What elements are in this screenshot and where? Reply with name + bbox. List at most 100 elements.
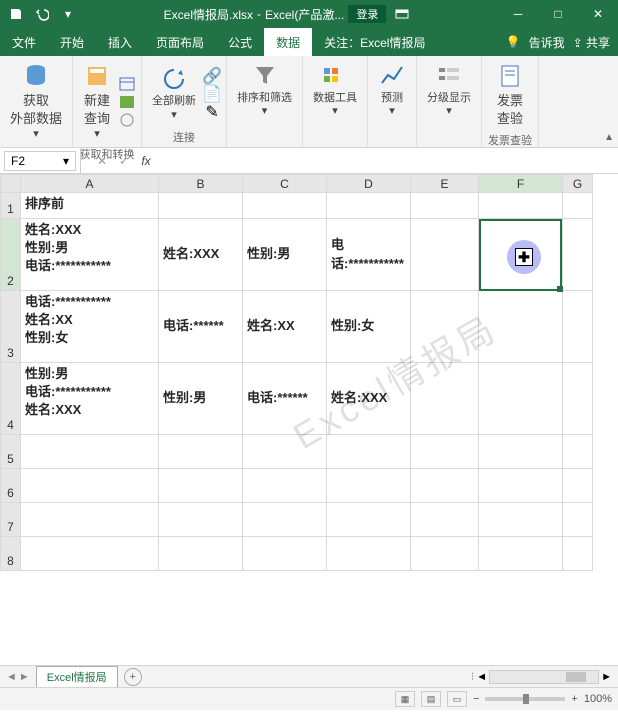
col-header-D[interactable]: D — [327, 175, 411, 193]
zoom-slider[interactable] — [485, 697, 565, 701]
sheet-nav-prev-icon[interactable]: ◄ — [6, 671, 17, 683]
forecast-icon — [378, 62, 406, 90]
group-connections: 全部刷新▾ 🔗 📄 ✎ 连接 — [142, 56, 227, 147]
view-pagelayout-icon[interactable]: ▤ — [421, 691, 441, 707]
cell-D4[interactable]: 姓名:XXX — [327, 363, 411, 435]
collapse-ribbon-icon[interactable]: ▲ — [604, 132, 614, 143]
cell-C3[interactable]: 姓名:XX — [243, 291, 327, 363]
title-area: Excel情报局.xlsx - Excel(产品激... 登录 — [80, 2, 498, 26]
group-data-tools: 数据工具▾ — [303, 56, 368, 147]
col-header-G[interactable]: G — [563, 175, 593, 193]
cell-B3[interactable]: 电话:****** — [159, 291, 243, 363]
row-header-1[interactable]: 1 — [1, 193, 21, 219]
cell-B2[interactable]: 姓名:XXX — [159, 219, 243, 291]
maximize-button[interactable]: □ — [538, 0, 578, 28]
database-icon — [22, 62, 50, 90]
cell-B1[interactable] — [159, 193, 243, 219]
cell-A2[interactable]: 姓名:XXX 性别:男 电话:*********** — [21, 219, 159, 291]
sheet-nav-next-icon[interactable]: ► — [19, 671, 30, 683]
tellme-label[interactable]: 告诉我 — [529, 34, 565, 51]
row-header-7[interactable]: 7 — [1, 503, 21, 537]
row-header-3[interactable]: 3 — [1, 291, 21, 363]
login-badge[interactable]: 登录 — [348, 5, 386, 23]
row-header-4[interactable]: 4 — [1, 363, 21, 435]
group-forecast: 预测▾ — [368, 56, 417, 147]
worksheet-grid[interactable]: A B C D E F G 1 排序前 2 姓名:XXX 性别:男 电话:***… — [0, 174, 618, 666]
connections-icon[interactable]: 🔗 — [204, 68, 220, 84]
col-header-E[interactable]: E — [411, 175, 479, 193]
horizontal-scrollbar[interactable] — [489, 670, 599, 684]
zoom-in-button[interactable]: + — [571, 693, 577, 705]
show-queries-icon[interactable] — [119, 76, 135, 92]
tab-home[interactable]: 开始 — [48, 28, 96, 56]
col-header-F[interactable]: F — [479, 175, 563, 193]
group-outline: 分级显示▾ — [417, 56, 482, 147]
select-all-corner[interactable] — [1, 175, 21, 193]
properties-icon[interactable]: 📄 — [204, 86, 220, 102]
data-tools-icon — [321, 62, 349, 90]
sort-filter-button[interactable]: 排序和筛选▾ — [233, 60, 296, 120]
invoice-check-button[interactable]: 发票 查验 — [492, 60, 528, 130]
from-table-icon[interactable] — [119, 94, 135, 110]
sheet-tab-bar: ◄ ► Excel情报局 + ⁝ ◄ ► — [0, 666, 618, 688]
cell-B4[interactable]: 性别:男 — [159, 363, 243, 435]
qat-dropdown-icon[interactable]: ▾ — [56, 2, 80, 26]
undo-icon[interactable] — [30, 2, 54, 26]
filename-label: Excel情报局.xlsx — [164, 6, 253, 23]
enter-formula-icon[interactable]: ✓ — [114, 154, 134, 168]
group-label-invoice: 发票查验 — [488, 130, 532, 150]
cell-A1[interactable]: 排序前 — [21, 193, 159, 219]
cell-A3[interactable]: 电话:*********** 姓名:XX 性别:女 — [21, 291, 159, 363]
col-header-A[interactable]: A — [21, 175, 159, 193]
zoom-level-label[interactable]: 100% — [584, 693, 612, 705]
formula-input[interactable] — [160, 152, 618, 170]
add-sheet-button[interactable]: + — [124, 668, 142, 686]
scroll-left-icon[interactable]: ◄ — [476, 671, 487, 683]
cell-A4[interactable]: 性别:男 电话:*********** 姓名:XXX — [21, 363, 159, 435]
fx-icon[interactable]: fx — [136, 154, 156, 168]
group-label-connections: 连接 — [173, 127, 195, 147]
ribbon-options-icon[interactable] — [390, 2, 414, 26]
col-header-C[interactable]: C — [243, 175, 327, 193]
data-tools-button[interactable]: 数据工具▾ — [309, 60, 361, 120]
group-get-transform: 新建 查询▾ 获取和转换 — [73, 56, 142, 147]
tab-follow[interactable]: 关注：Excel情报局 — [312, 28, 437, 56]
scroll-right-icon[interactable]: ► — [601, 671, 612, 683]
zoom-out-button[interactable]: − — [473, 693, 479, 705]
tab-insert[interactable]: 插入 — [96, 28, 144, 56]
view-pagebreak-icon[interactable]: ▭ — [447, 691, 467, 707]
tab-formula[interactable]: 公式 — [216, 28, 264, 56]
plus-cursor-icon: ✚ — [515, 248, 533, 266]
group-invoice: 发票 查验 发票查验 — [482, 56, 539, 147]
row-header-6[interactable]: 6 — [1, 469, 21, 503]
tab-data[interactable]: 数据 — [264, 28, 312, 56]
cancel-formula-icon[interactable]: ✕ — [92, 154, 112, 168]
row-header-2[interactable]: 2 — [1, 219, 21, 291]
name-box[interactable]: F2 ▾ — [4, 151, 76, 171]
forecast-button[interactable]: 预测▾ — [374, 60, 410, 120]
new-query-button[interactable]: 新建 查询▾ — [79, 60, 115, 144]
col-header-B[interactable]: B — [159, 175, 243, 193]
refresh-all-button[interactable]: 全部刷新▾ — [148, 63, 200, 123]
recent-sources-icon[interactable] — [119, 112, 135, 128]
cell-D3[interactable]: 性别:女 — [327, 291, 411, 363]
get-external-data-button[interactable]: 获取 外部数据▾ — [6, 60, 66, 144]
cell-C4[interactable]: 电话:****** — [243, 363, 327, 435]
share-button[interactable]: ⇪ 共享 — [573, 34, 610, 51]
tab-layout[interactable]: 页面布局 — [144, 28, 216, 56]
outline-button[interactable]: 分级显示▾ — [423, 60, 475, 120]
view-normal-icon[interactable]: ▦ — [395, 691, 415, 707]
minimize-button[interactable]: ─ — [498, 0, 538, 28]
row-header-5[interactable]: 5 — [1, 435, 21, 469]
sheet-tab-active[interactable]: Excel情报局 — [36, 666, 118, 687]
edit-links-icon[interactable]: ✎ — [204, 104, 220, 120]
app-state-label: Excel(产品激... — [265, 6, 344, 23]
invoice-icon — [496, 62, 524, 90]
name-box-dropdown-icon[interactable]: ▾ — [63, 154, 69, 168]
cell-C2[interactable]: 性别:男 — [243, 219, 327, 291]
save-icon[interactable] — [4, 2, 28, 26]
cell-D2[interactable]: 电话:*********** — [327, 219, 411, 291]
close-button[interactable]: ✕ — [578, 0, 618, 28]
tab-file[interactable]: 文件 — [0, 28, 48, 56]
row-header-8[interactable]: 8 — [1, 537, 21, 571]
